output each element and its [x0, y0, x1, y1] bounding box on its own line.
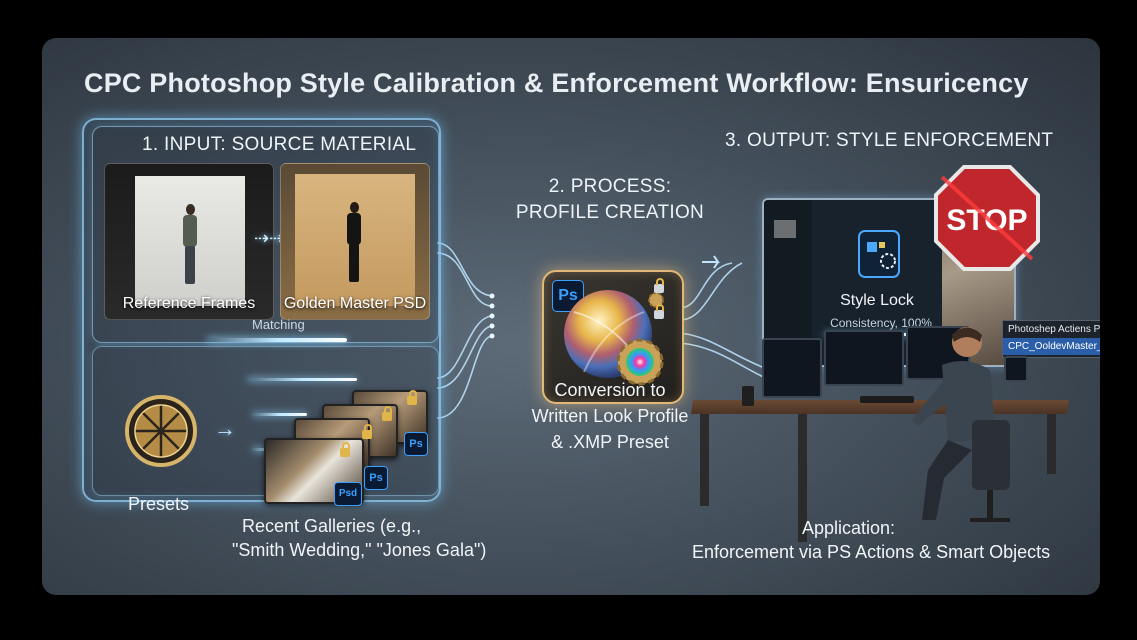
lock-icon — [407, 390, 417, 405]
golden-master-caption: Golden Master PSD — [283, 295, 427, 312]
person-legs — [185, 246, 195, 284]
process-header-line1: 2. PROCESS: — [548, 176, 672, 197]
desk-leg — [700, 414, 709, 506]
person-torso — [183, 215, 197, 247]
person-at-desk — [912, 327, 1010, 522]
reference-frames-caption: Reference Frames — [122, 295, 256, 312]
person-figure — [182, 204, 198, 284]
galleries-label-line1: Recent Galleries (e.g., — [242, 516, 422, 536]
slider-track — [252, 413, 307, 416]
application-label-line1: Application: — [802, 518, 896, 538]
lock-icon — [382, 406, 392, 421]
process-header-line2: PROFILE CREATION — [515, 202, 705, 223]
lock-icon — [362, 424, 372, 439]
input-header: 1. INPUT: SOURCE MATERIAL — [142, 134, 417, 155]
output-header: 3. OUTPUT: STYLE ENFORCEMENT — [725, 130, 1054, 151]
application-label-line2: Enforcement via PS Actions & Smart Objec… — [692, 542, 1051, 562]
style-lock-icon — [858, 230, 900, 278]
person-head — [186, 204, 195, 215]
lock-icon — [654, 278, 664, 293]
aperture-preset-icon — [124, 394, 198, 468]
person-torso — [347, 213, 361, 245]
matching-progress-bar — [207, 338, 347, 342]
golden-master-image: Golden Master PSD — [280, 163, 430, 320]
process-caption-line1: Conversion to — [554, 380, 666, 400]
monitor-left — [762, 338, 822, 398]
galleries-label-line2: "Smith Wedding," "Jones Gala") — [232, 540, 487, 560]
ps-badge-icon: Ps — [404, 432, 428, 456]
stop-sign-icon: STOP — [934, 165, 1040, 271]
style-lock-label: Style Lock — [840, 292, 914, 309]
matching-label: Matching — [252, 317, 305, 332]
thumbnail — [774, 220, 796, 238]
desk-leg — [1047, 414, 1056, 474]
lock-icon — [340, 442, 350, 457]
presets-label: Presets — [128, 494, 190, 514]
arrow-right-icon: → — [214, 416, 236, 441]
person-head — [350, 202, 359, 213]
person-figure — [346, 202, 362, 282]
slider-track — [247, 378, 357, 381]
ps-badge-icon: Ps — [364, 466, 388, 490]
reference-frames-image: Reference Frames — [104, 163, 274, 320]
lock-icon — [654, 304, 664, 319]
person-legs — [349, 244, 359, 282]
psd-badge-icon: Psd — [334, 482, 362, 506]
mug — [742, 386, 754, 406]
workflow-canvas: CPC Photoshop Style Calibration & Enforc… — [42, 38, 1100, 595]
